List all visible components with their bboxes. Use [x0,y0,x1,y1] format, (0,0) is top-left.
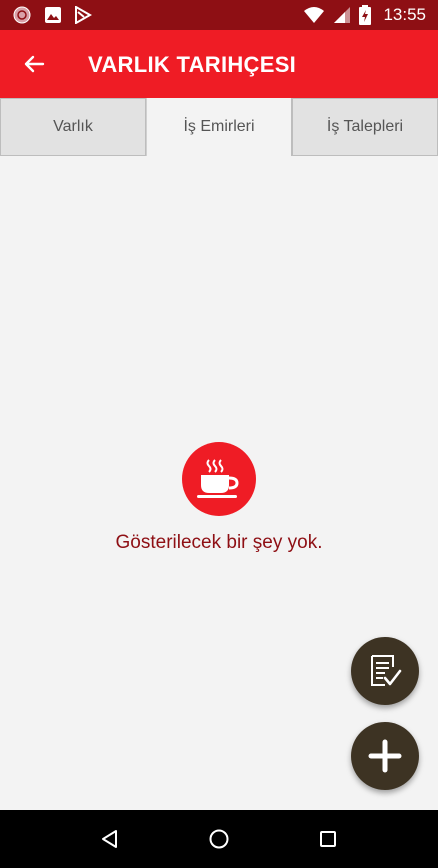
status-left-icons [12,5,92,25]
tab-varlik[interactable]: Varlık [0,98,146,156]
app-notification-icon [13,6,31,24]
app-bar: VARLIK TARIHÇESI [0,30,438,98]
plus-icon [368,739,402,773]
empty-state-message: Gösterilecek bir şey yok. [115,532,323,553]
nav-back-button[interactable] [95,824,125,854]
nav-home-icon [209,829,229,849]
checklist-fab-button[interactable] [351,637,419,705]
tab-is-emirleri[interactable]: İş Emirleri [146,98,292,156]
add-fab-button[interactable] [351,722,419,790]
empty-state-icon-circle [182,442,256,516]
image-icon [45,7,61,23]
play-store-icon [75,6,92,24]
nav-recent-icon [320,831,336,847]
checklist-icon [371,655,402,686]
status-time: 13:55 [383,5,426,24]
back-button[interactable] [14,44,54,84]
wifi-icon [304,7,325,23]
nav-back-icon [102,830,117,848]
nav-home-button[interactable] [204,824,234,854]
system-nav-bar [0,810,438,868]
status-bar: 13:55 [0,0,438,30]
coffee-cup-icon [197,459,239,498]
tab-is-talepleri[interactable]: İş Talepleri [292,98,438,156]
nav-recent-button[interactable] [313,824,343,854]
status-right-icons: 13:55 [303,5,426,25]
page-title: VARLIK TARIHÇESI [88,52,297,77]
battery-charging-icon [359,5,372,25]
signal-icon [334,7,351,23]
arrow-left-icon [24,55,45,73]
tab-bar: Varlık İş Emirleri İş Talepleri [0,98,438,156]
